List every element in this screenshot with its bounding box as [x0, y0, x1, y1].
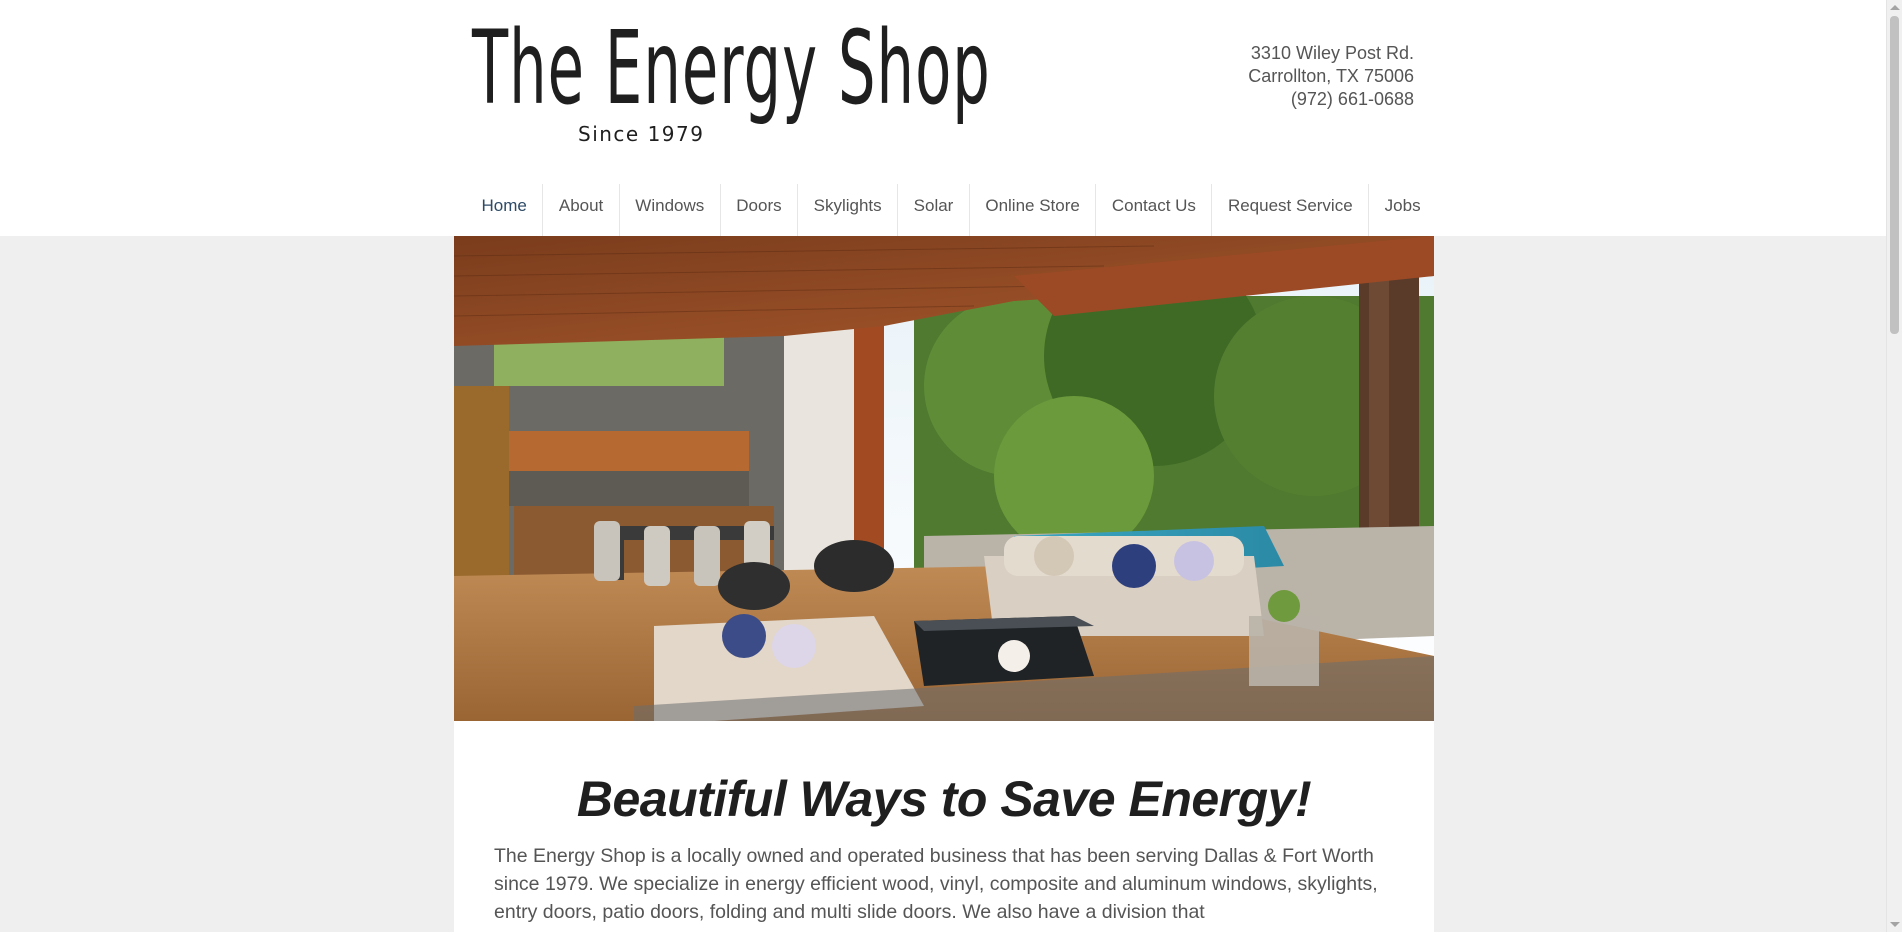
intro-paragraph: The Energy Shop is a locally owned and o… — [494, 845, 1378, 923]
intro-section: Beautiful Ways to Save Energy! The Energ… — [454, 721, 1434, 932]
nav-item-request-service[interactable]: Request Service — [1211, 184, 1368, 236]
page-scrollbar[interactable] — [1886, 0, 1902, 932]
nav-item-contact-us[interactable]: Contact Us — [1095, 184, 1211, 236]
nav-item-solar[interactable]: Solar — [897, 184, 969, 236]
address-street: 3310 Wiley Post Rd. — [1250, 43, 1414, 63]
scroll-thumb[interactable] — [1890, 16, 1899, 334]
site-logo[interactable]: The Energy Shop Since 1979 — [472, 9, 990, 154]
hero-image — [454, 236, 1434, 721]
scroll-down-icon[interactable] — [1890, 922, 1900, 927]
nav-item-about[interactable]: About — [542, 184, 618, 236]
nav-item-skylights[interactable]: Skylights — [797, 184, 897, 236]
main-navigation: Home About Windows Doors Skylights Solar… — [466, 184, 1436, 236]
nav-item-doors[interactable]: Doors — [719, 184, 797, 236]
page-headline: Beautiful Ways to Save Energy! — [576, 771, 1312, 827]
nav-item-jobs[interactable]: Jobs — [1368, 184, 1436, 236]
address-city: Carrollton, TX 75006 — [1248, 66, 1414, 86]
scroll-up-icon[interactable] — [1890, 5, 1900, 10]
nav-item-home[interactable]: Home — [466, 184, 542, 236]
nav-item-online-store[interactable]: Online Store — [968, 184, 1096, 236]
phone-number[interactable]: (972) 661-0688 — [1248, 88, 1414, 111]
logo-subtitle: Since 1979 — [578, 122, 705, 146]
contact-address: 3310 Wiley Post Rd. Carrollton, TX 75006… — [1248, 42, 1414, 111]
nav-item-windows[interactable]: Windows — [618, 184, 720, 236]
